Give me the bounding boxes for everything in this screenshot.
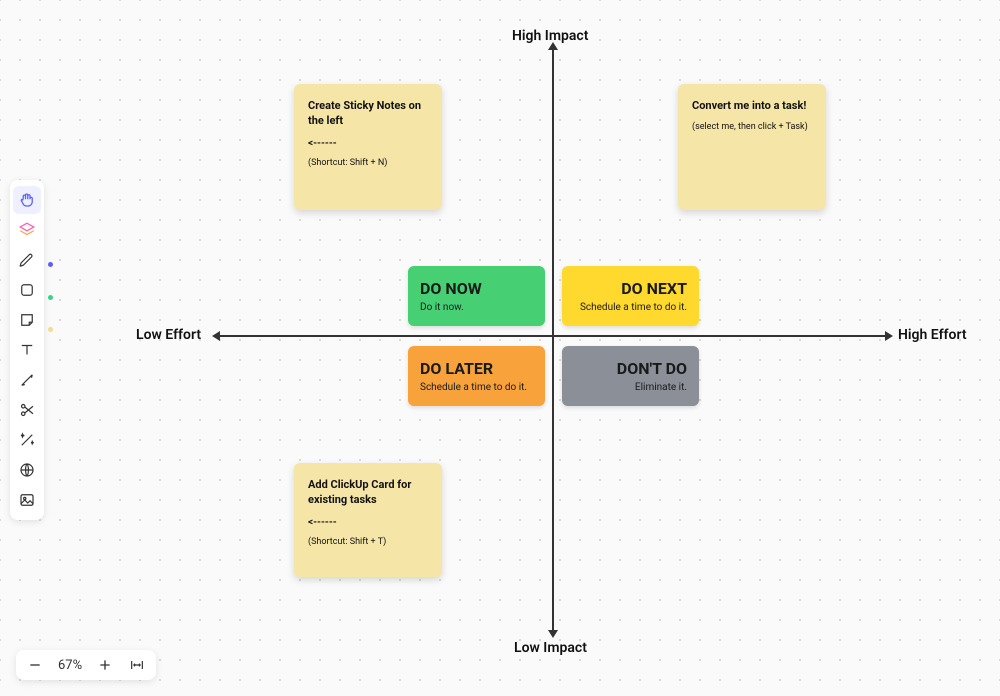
pen-color-dot	[48, 262, 53, 267]
zoom-bar: 67%	[16, 650, 156, 680]
sticky-title: Create Sticky Notes on the left	[308, 98, 428, 129]
zoom-out-button[interactable]	[26, 656, 44, 674]
hand-tool[interactable]	[13, 186, 41, 214]
toolbar	[10, 180, 44, 520]
quadrant-sub: Schedule a time to do it.	[420, 382, 533, 393]
image-tool[interactable]	[13, 486, 41, 514]
quadrant-do-later[interactable]: DO LATER Schedule a time to do it.	[408, 346, 545, 406]
axis-label-left: Low Effort	[136, 327, 201, 343]
sticky-note-3[interactable]: Add ClickUp Card for existing tasks <---…	[294, 463, 442, 577]
pen-tool[interactable]	[13, 246, 41, 274]
sticky-title: Convert me into a task!	[692, 98, 812, 113]
quadrant-sub: Do it now.	[420, 302, 533, 313]
axis-label-top: High Impact	[512, 28, 588, 44]
y-axis	[552, 50, 554, 630]
globe-tool[interactable]	[13, 456, 41, 484]
zoom-level: 67%	[58, 658, 82, 673]
sticky-arrow: <------	[308, 516, 428, 530]
shape-tool[interactable]	[13, 276, 41, 304]
axis-label-right: High Effort	[898, 327, 967, 343]
quadrant-title: DON'T DO	[617, 359, 687, 378]
quadrant-sub: Schedule a time to do it.	[580, 302, 687, 313]
zoom-in-button[interactable]	[96, 656, 114, 674]
quadrant-do-now[interactable]: DO NOW Do it now.	[408, 266, 545, 326]
sticky-hint: (Shortcut: Shift + N)	[308, 157, 428, 170]
sticky-title: Add ClickUp Card for existing tasks	[308, 477, 428, 508]
text-tool[interactable]	[13, 336, 41, 364]
scissors-tool[interactable]	[13, 396, 41, 424]
sticky-note-1[interactable]: Create Sticky Notes on the left <------ …	[294, 84, 442, 210]
sticky-hint: (select me, then click + Task)	[692, 121, 812, 134]
quadrant-dont-do[interactable]: DON'T DO Eliminate it.	[562, 346, 699, 406]
sticky-arrow: <------	[308, 137, 428, 151]
quadrant-do-next[interactable]: DO NEXT Schedule a time to do it.	[562, 266, 699, 326]
quadrant-sub: Eliminate it.	[635, 382, 687, 393]
sticky-hint: (Shortcut: Shift + T)	[308, 536, 428, 549]
layers-tool[interactable]	[13, 216, 41, 244]
shape-color-dot	[48, 295, 53, 300]
connector-tool[interactable]	[13, 366, 41, 394]
sticky-color-dot	[48, 327, 53, 332]
magic-tool[interactable]	[13, 426, 41, 454]
sticky-note-2[interactable]: Convert me into a task! (select me, then…	[678, 84, 826, 210]
quadrant-title: DO LATER	[420, 359, 533, 378]
sticky-tool[interactable]	[13, 306, 41, 334]
fit-width-button[interactable]	[128, 656, 146, 674]
quadrant-title: DO NEXT	[621, 279, 687, 298]
quadrant-title: DO NOW	[420, 279, 533, 298]
axis-label-bottom: Low Impact	[514, 640, 587, 656]
